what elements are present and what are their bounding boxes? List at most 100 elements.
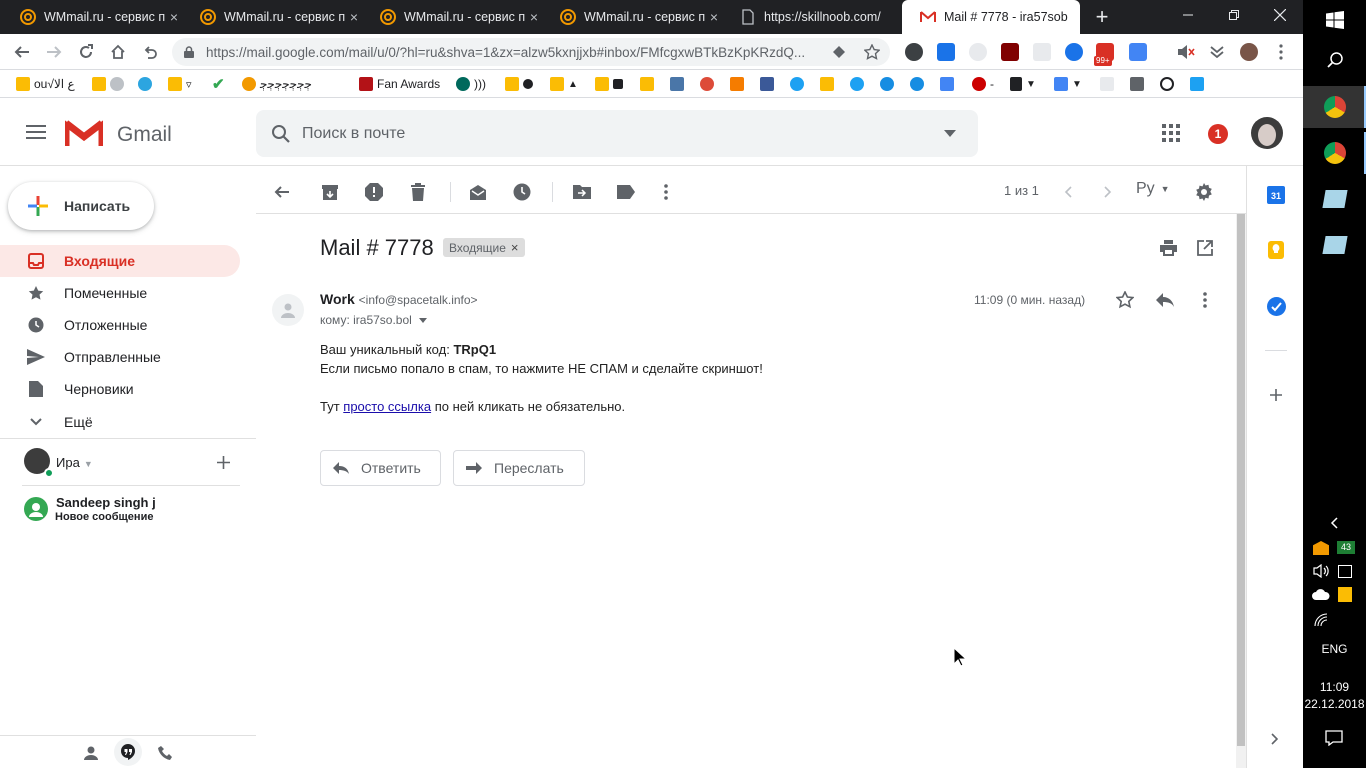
volume-icon[interactable] — [1313, 564, 1331, 578]
close-tab-icon[interactable]: × — [346, 9, 362, 25]
search-bar[interactable]: Поиск в почте — [256, 110, 978, 157]
tasks-icon[interactable] — [1267, 297, 1286, 316]
scrollbar[interactable] — [1236, 214, 1246, 768]
action-center-icon[interactable] — [1325, 730, 1343, 746]
older-button[interactable] — [1056, 180, 1080, 204]
bookmark-item[interactable] — [940, 75, 958, 93]
bookmark-item[interactable]: ▼ — [1054, 75, 1082, 93]
sender-avatar[interactable] — [272, 294, 304, 326]
hangouts-tab-button[interactable] — [114, 738, 142, 766]
bookmark-item[interactable]: Fan Awards — [359, 75, 440, 93]
snooze-button[interactable] — [510, 180, 534, 204]
more-actions-button[interactable] — [654, 180, 678, 204]
restore-button[interactable] — [1211, 0, 1257, 30]
remove-label-icon[interactable]: × — [511, 240, 519, 255]
bookmark-item[interactable] — [730, 75, 748, 93]
taskbar-app[interactable] — [1303, 132, 1366, 174]
back-to-inbox-button[interactable] — [270, 180, 294, 204]
bookmark-item[interactable] — [760, 75, 778, 93]
apps-grid-icon[interactable] — [1162, 124, 1180, 142]
bookmark-item[interactable] — [820, 75, 838, 93]
star-icon[interactable] — [1116, 291, 1134, 309]
browser-tab[interactable]: WMmail.ru - сервис п × — [372, 0, 550, 34]
wifi-icon[interactable] — [1314, 613, 1330, 627]
extension-icon[interactable] — [969, 43, 987, 61]
mute-tab-icon[interactable] — [1177, 44, 1195, 60]
sender-name[interactable]: Work — [320, 291, 355, 307]
hangouts-account-name[interactable]: Ира ▼ — [56, 455, 93, 470]
bookmark-item[interactable]: ﭴﭴﭴﭴﭴﭴﭴ — [242, 75, 312, 93]
nav-snoozed[interactable]: Отложенные — [0, 309, 240, 341]
ublock-extension-icon[interactable] — [1001, 43, 1019, 61]
calendar-icon[interactable]: 31 — [1267, 186, 1285, 204]
bookmark-item[interactable] — [505, 75, 537, 93]
browser-tab-active[interactable]: Mail # 7778 - ira57sob — [902, 0, 1080, 34]
bookmark-item[interactable] — [92, 75, 128, 93]
more-vert-icon[interactable] — [1279, 44, 1283, 60]
nav-starred[interactable]: Помеченные — [0, 277, 240, 309]
profile-avatar[interactable] — [1240, 43, 1258, 61]
forward-button[interactable] — [42, 40, 66, 64]
bookmark-item[interactable]: ✔ — [212, 75, 225, 93]
extension-icon[interactable] — [905, 43, 923, 61]
notepad-app-icon[interactable] — [1322, 190, 1348, 208]
delete-button[interactable] — [406, 180, 430, 204]
contacts-icon[interactable] — [84, 746, 98, 760]
settings-button[interactable] — [1192, 180, 1216, 204]
eye-extension-icon[interactable] — [832, 45, 846, 59]
translate-extension-icon[interactable] — [1129, 43, 1147, 61]
tray-app-icon[interactable] — [1338, 587, 1352, 602]
add-addon-icon[interactable] — [1270, 389, 1282, 401]
close-window-button[interactable] — [1257, 0, 1303, 30]
chevron-double-down-icon[interactable] — [1210, 46, 1224, 58]
home-button[interactable] — [106, 40, 130, 64]
bookmark-item[interactable]: ▼ — [1010, 75, 1036, 93]
nav-more[interactable]: Ещё — [0, 406, 240, 438]
start-button[interactable] — [1303, 8, 1366, 32]
clock-date[interactable]: 22.12.2018 — [1303, 697, 1366, 711]
compose-button[interactable]: Написать — [8, 182, 154, 230]
body-link[interactable]: просто ссылка — [343, 399, 431, 414]
search-icon[interactable] — [272, 124, 290, 143]
address-bar[interactable]: https://mail.google.com/mail/u/0/?hl=ru&… — [172, 38, 890, 66]
search-taskbar-button[interactable] — [1303, 48, 1366, 72]
bookmark-item[interactable] — [790, 75, 808, 93]
bookmark-item[interactable]: ▲ — [550, 75, 578, 93]
print-icon[interactable] — [1160, 240, 1177, 256]
sender-email[interactable]: <info@spacetalk.info> — [359, 293, 478, 307]
add-contact-icon[interactable] — [217, 456, 230, 469]
search-options-icon[interactable] — [944, 130, 956, 137]
chevron-left-icon[interactable] — [1330, 517, 1338, 529]
forward-button[interactable]: Переслать — [453, 450, 585, 486]
recipient-line[interactable]: кому: ira57so.bol — [320, 313, 427, 327]
bookmark-item[interactable] — [1130, 75, 1148, 93]
open-in-new-window-icon[interactable] — [1197, 240, 1213, 256]
nav-drafts[interactable]: Черновики — [0, 373, 240, 405]
bookmark-item[interactable] — [595, 75, 627, 93]
close-tab-icon[interactable]: × — [526, 9, 542, 25]
newer-button[interactable] — [1096, 180, 1120, 204]
reply-icon[interactable] — [1156, 293, 1174, 307]
bookmark-item[interactable] — [1160, 75, 1178, 93]
bookmark-item[interactable] — [670, 75, 688, 93]
back-button[interactable] — [10, 40, 34, 64]
bookmark-item[interactable]: ))) — [456, 75, 486, 93]
bookmark-item[interactable] — [850, 75, 868, 93]
tray-app-icon[interactable] — [1338, 565, 1352, 578]
cloud-upload-icon[interactable] — [1312, 588, 1330, 600]
close-tab-icon[interactable]: × — [166, 9, 182, 25]
tray-app-icon[interactable] — [1313, 541, 1329, 555]
scrollbar-thumb[interactable] — [1237, 214, 1245, 746]
close-tab-icon[interactable]: × — [706, 9, 722, 25]
bookmark-item[interactable] — [1100, 75, 1118, 93]
browser-tab[interactable]: WMmail.ru - сервис п × — [552, 0, 730, 34]
tray-counter-badge[interactable]: 43 — [1337, 541, 1355, 554]
nav-sent[interactable]: Отправленные — [0, 341, 240, 373]
bookmark-item[interactable]: ou√ع الا — [16, 75, 75, 93]
main-menu-icon[interactable] — [26, 125, 46, 139]
report-spam-button[interactable] — [362, 180, 386, 204]
extension-icon[interactable] — [937, 43, 955, 61]
input-tools-button[interactable]: Ру ▼ — [1136, 180, 1170, 198]
new-tab-button[interactable]: + — [1090, 5, 1114, 29]
bookmark-item[interactable]: - — [972, 75, 994, 93]
